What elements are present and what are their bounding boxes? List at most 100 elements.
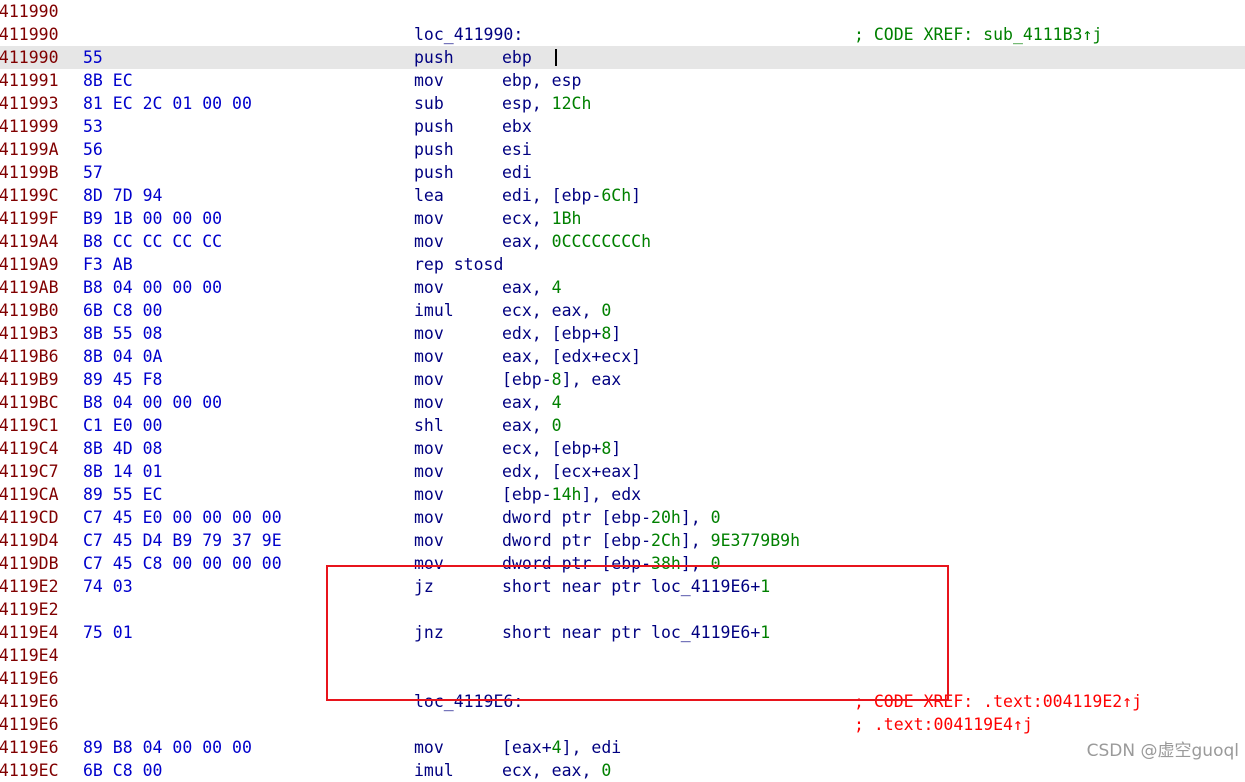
address: 04119B6 [0,347,59,366]
listing-row[interactable]: 04119B3 8B 55 08 mov edx, [ebp+8] [0,322,1245,345]
mnemonic: mov [414,531,444,550]
opcode-bytes: 8B 4D 08 [83,439,163,458]
opcode-bytes: 75 01 [83,623,133,642]
mnemonic: mov [414,393,444,412]
listing-row[interactable]: 041199F B9 1B 00 00 00 mov ecx, 1Bh [0,207,1245,230]
mnemonic: shl [414,416,444,435]
listing-row[interactable]: 04119A9 F3 AB rep stosd [0,253,1245,276]
listing-row[interactable]: 04119E6 [0,667,1245,690]
listing-row[interactable]: 04119E4 75 01 jnz short near ptr loc_4119E6… [0,621,1245,644]
operand-text: esp, [502,94,552,113]
opcode-bytes: 8B 04 0A [83,347,163,366]
listing-row[interactable]: 04119B9 89 45 F8 mov [ebp-8], eax [0,368,1245,391]
listing-row[interactable]: 04119DB C7 45 C8 00 00 00 00 mov dword ptr … [0,552,1245,575]
listing-row[interactable]: 04119B0 6B C8 00 imul ecx, eax, 0 [0,299,1245,322]
address: 041199B [0,163,59,182]
operands: ebp [502,46,532,69]
operand-text: ecx, eax, [502,301,602,320]
disassembly-listing[interactable]: 0411990 0411990 loc_411990: ; CODE XREF: su… [0,0,1245,782]
listing-row[interactable]: 041199C 8D 7D 94 lea edi, [ebp-6Ch] [0,184,1245,207]
opcode-bytes: 89 55 EC [83,485,163,504]
operand-number: 9E3779B9h [710,531,801,550]
operand-text: short near ptr loc_4119E6+ [502,623,761,642]
mnemonic: mov [414,370,444,389]
listing-row[interactable]: 04119C4 8B 4D 08 mov ecx, [ebp+8] [0,437,1245,460]
operand-text: ], eax [561,370,622,389]
mnemonic: push [414,140,454,159]
operands: ebp, esp [502,69,581,92]
address: 04119E4 [0,646,59,665]
operands: esi [502,138,532,161]
code-label[interactable]: loc_411990: [414,23,523,46]
operands: [ebp-8], eax [502,368,621,391]
address: 0411990 [0,25,59,44]
listing-row[interactable]: 04119E4 [0,644,1245,667]
address: 04119EC [0,761,59,780]
operand-text: ], edi [561,738,622,757]
operand-text: short near ptr loc_4119E6+ [502,577,761,596]
xref-comment: ; CODE XREF: sub_4111B3↑j [854,25,1103,44]
operand-number: 38h [651,554,681,573]
listing-row[interactable]: 0411999 53 push ebx [0,115,1245,138]
mnemonic: mov [414,508,444,527]
opcode-bytes: C7 45 E0 00 00 00 00 [83,508,282,527]
listing-row[interactable]: 04119EC 6B C8 00 imul ecx, eax, 0 [0,759,1245,782]
listing-row[interactable]: 04119D4 C7 45 D4 B9 79 37 9E mov dword ptr … [0,529,1245,552]
listing-row[interactable]: 04119E2 [0,598,1245,621]
operands: eax, 4 [502,391,562,414]
listing-row[interactable]: 04119C1 C1 E0 00 shl eax, 0 [0,414,1245,437]
operands: eax, 4 [502,276,562,299]
listing-row[interactable]: 04119E6 89 B8 04 00 00 00 mov [eax+4], edi [0,736,1245,759]
address: 04119E4 [0,623,59,642]
listing-row[interactable]: 04119CA 89 55 EC mov [ebp-14h], edx [0,483,1245,506]
operands: ebx [502,115,532,138]
listing-row[interactable]: 04119A4 B8 CC CC CC CC mov eax, 0CCCCCCCCh [0,230,1245,253]
address: 04119E6 [0,715,59,734]
listing-row[interactable]: 04119E6 ; .text:004119E4↑j [0,713,1245,736]
operand-text: ] [631,186,642,205]
listing-row[interactable]: 0411990 55 push ebp [0,46,1245,69]
operand-number: 0 [601,761,612,780]
listing-row[interactable]: 04119BC B8 04 00 00 00 mov eax, 4 [0,391,1245,414]
mnemonic: sub [414,94,444,113]
opcode-bytes: 81 EC 2C 01 00 00 [83,94,252,113]
listing-row[interactable]: 0411993 81 EC 2C 01 00 00 sub esp, 12Ch [0,92,1245,115]
listing-row[interactable]: 04119CD C7 45 E0 00 00 00 00 mov dword ptr … [0,506,1245,529]
listing-row[interactable]: 04119C7 8B 14 01 mov edx, [ecx+eax] [0,460,1245,483]
operand-text: ], [680,508,711,527]
opcode-bytes: 53 [83,117,103,136]
watermark: CSDN @虚空guoql [1086,741,1239,761]
address: 04119B0 [0,301,59,320]
address: 04119E2 [0,600,59,619]
operand-text: eax, [502,416,552,435]
listing-row[interactable]: 04119E2 74 03 jz short near ptr loc_4119E6+… [0,575,1245,598]
operand-text: ebp [502,48,532,67]
xref-comment: ; .text:004119E4↑j [854,715,1033,734]
listing-row[interactable]: 041199B 57 push edi [0,161,1245,184]
operands: [ebp-14h], edx [502,483,641,506]
listing-row[interactable]: 041199A 56 push esi [0,138,1245,161]
listing-row[interactable]: 04119B6 8B 04 0A mov eax, [edx+ecx] [0,345,1245,368]
address: 04119C4 [0,439,59,458]
listing-row[interactable]: 04119E6 loc_4119E6: ; CODE XREF: .text:004… [0,690,1245,713]
address: 04119DB [0,554,59,573]
mnemonic: imul [414,761,454,780]
opcode-bytes: B8 04 00 00 00 [83,278,223,297]
operand-text: [ebp- [502,485,552,504]
operand-text: eax, [502,232,552,251]
listing-row[interactable]: 04119AB B8 04 00 00 00 mov eax, 4 [0,276,1245,299]
code-label[interactable]: loc_4119E6: [414,690,523,713]
mnemonic: push [414,48,454,67]
address: 04119E6 [0,669,59,688]
address: 04119CA [0,485,59,504]
operands: edi, [ebp-6Ch] [502,184,641,207]
mnemonic: jnz [414,623,444,642]
listing-row[interactable]: 0411990 [0,0,1245,23]
listing-row[interactable]: 0411991 8B EC mov ebp, esp [0,69,1245,92]
operand-number: 2Ch [651,531,681,550]
listing-row[interactable]: 0411990 loc_411990: ; CODE XREF: sub_4111B… [0,23,1245,46]
operand-number: 0 [551,416,562,435]
opcode-bytes: B9 1B 00 00 00 [83,209,223,228]
operand-number: 8 [601,439,612,458]
opcode-bytes: C7 45 D4 B9 79 37 9E [83,531,282,550]
